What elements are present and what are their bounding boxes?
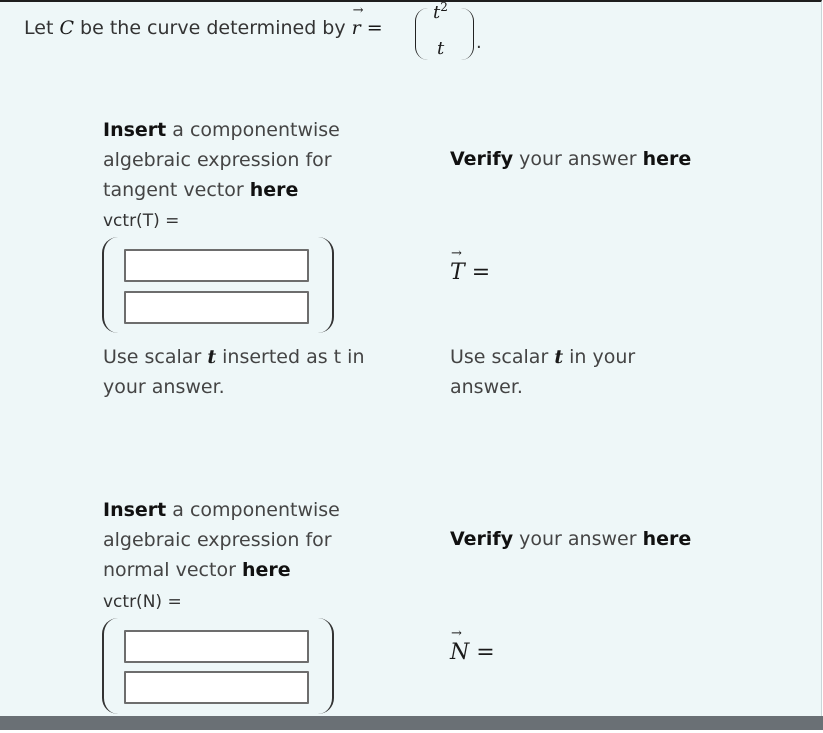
left-paren — [415, 8, 428, 60]
question-panel: Let C be the curve determined by r = t2 … — [0, 0, 822, 718]
normal-here-link[interactable]: here — [242, 559, 291, 581]
left-bracket — [102, 618, 122, 714]
normal-matrix — [102, 618, 334, 716]
tangent-vector-label: vctr(T) = — [103, 211, 180, 231]
tangent-input-1[interactable] — [124, 249, 309, 282]
tangent-here-link[interactable]: here — [250, 179, 299, 201]
r-component-1: t2 — [433, 0, 448, 23]
intro-equals: = — [366, 17, 383, 39]
tangent-verify: Verify your answer here — [450, 148, 692, 170]
normal-verify: Verify your answer here — [450, 528, 692, 550]
tangent-result: T = — [450, 246, 490, 285]
normal-result: N = — [450, 626, 495, 665]
intro-middle: be the curve determined by — [80, 17, 346, 39]
r-component-2: t — [437, 38, 445, 59]
curve-symbol: C — [59, 17, 74, 39]
intro-prefix: Let — [24, 17, 54, 39]
normal-input-2[interactable] — [124, 671, 309, 704]
normal-instruction: Insert a componentwise algebraic express… — [103, 499, 340, 581]
tangent-matrix — [102, 237, 334, 335]
normal-verify-here-link[interactable]: here — [643, 528, 692, 550]
t-vector-symbol: T — [450, 246, 465, 285]
r-vector-symbol: r — [352, 3, 364, 39]
tangent-note: Use scalar t inserted as t in your answe… — [103, 346, 365, 398]
tangent-verify-note: Use scalar t in your answer. — [450, 346, 636, 398]
intro-period: . — [476, 32, 482, 53]
normal-vector-label: vctr(N) = — [103, 592, 182, 612]
right-bracket — [314, 618, 334, 714]
r-vector-matrix: t2 t . — [415, 0, 482, 62]
horizontal-scrollbar[interactable] — [0, 716, 823, 730]
question-intro: Let C be the curve determined by r = — [24, 3, 383, 39]
tangent-instruction: Insert a componentwise algebraic express… — [103, 119, 340, 201]
tangent-verify-here-link[interactable]: here — [643, 148, 692, 170]
n-vector-symbol: N — [450, 626, 469, 665]
right-bracket — [314, 237, 334, 333]
left-bracket — [102, 237, 122, 333]
normal-input-1[interactable] — [124, 630, 309, 663]
tangent-input-2[interactable] — [124, 291, 309, 324]
right-paren — [461, 8, 474, 60]
